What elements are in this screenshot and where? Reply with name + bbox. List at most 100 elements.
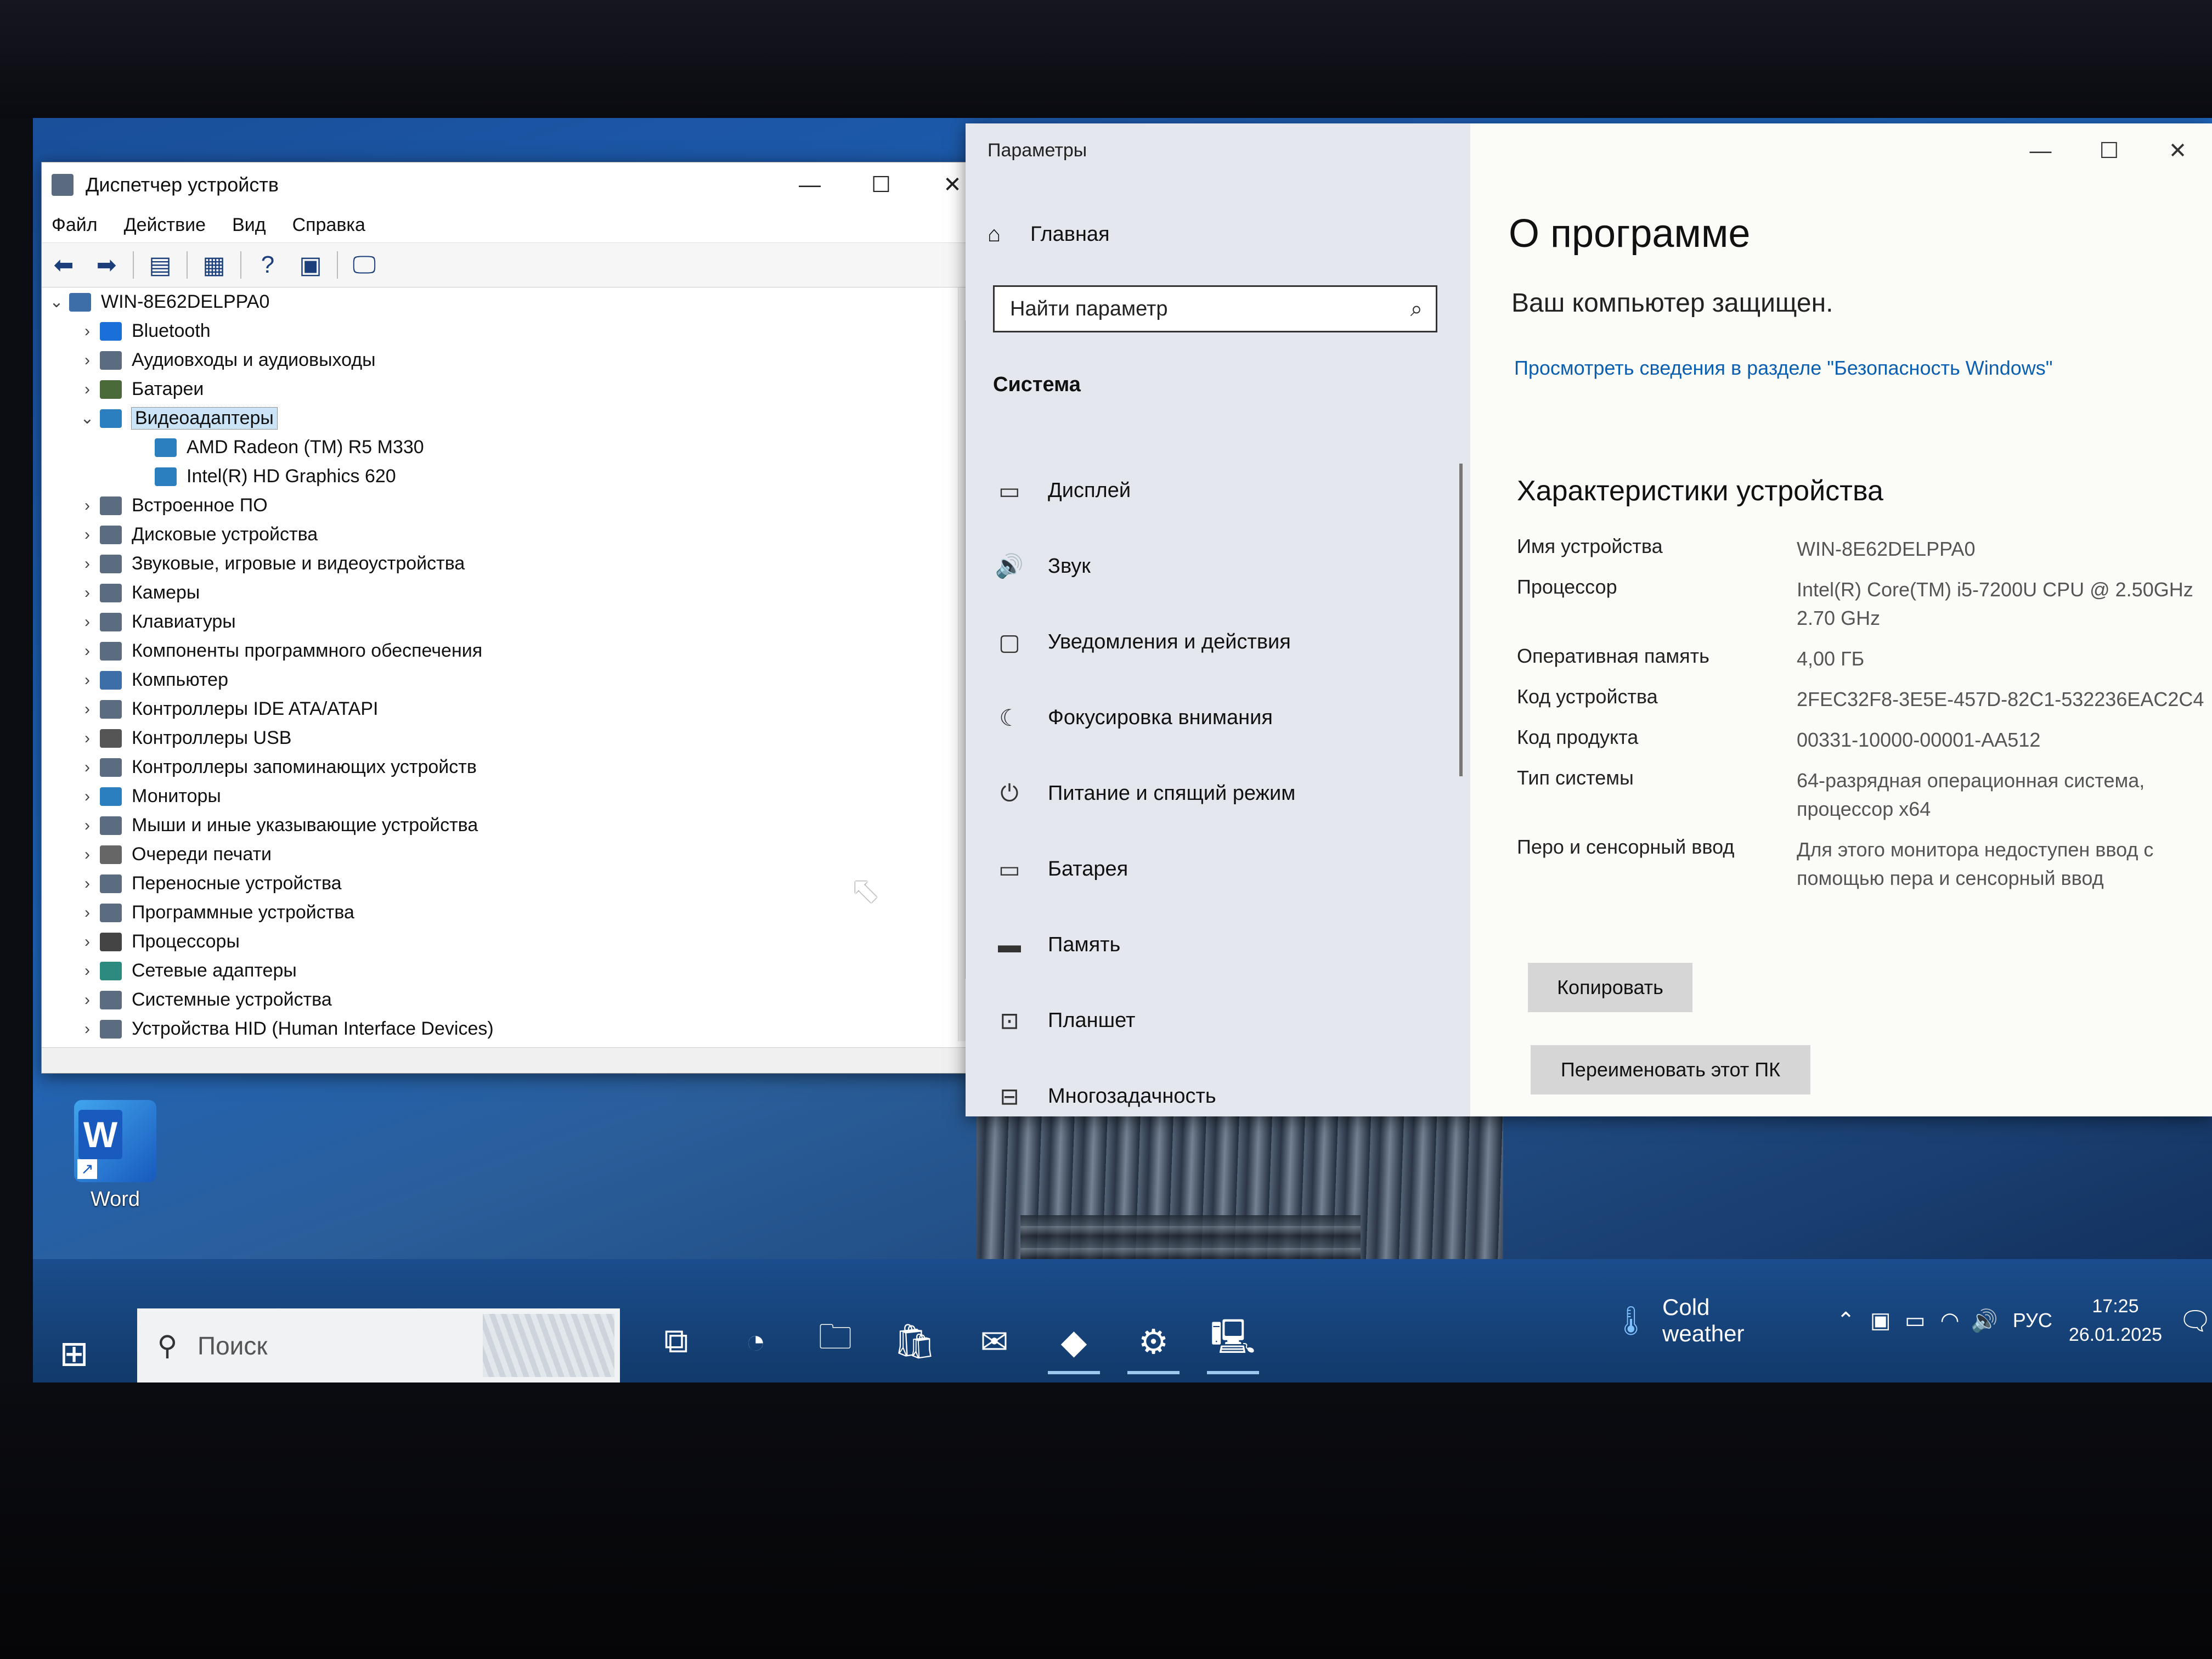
taskbar-app-store[interactable]: 🛍 — [875, 1308, 955, 1374]
action-pane-icon[interactable]: ▣ — [294, 249, 327, 281]
meet-now-icon[interactable]: ▣ — [1863, 1308, 1898, 1333]
language-indicator[interactable]: РУС — [2013, 1309, 2052, 1332]
maximize-button[interactable]: ☐ — [2075, 123, 2143, 178]
tree-node[interactable]: › Встроенное ПО — [42, 491, 988, 520]
tree-node[interactable]: › Камеры — [42, 578, 988, 607]
properties-icon[interactable]: ▦ — [198, 249, 230, 281]
tree-node[interactable]: › Bluetooth — [42, 317, 988, 346]
maximize-button[interactable]: ☐ — [845, 162, 917, 207]
show-hide-console-icon[interactable]: ▤ — [144, 249, 177, 281]
scan-hardware-icon[interactable]: 🖵 — [348, 249, 381, 281]
settings-nav-item[interactable]: ▬ Память — [993, 907, 1295, 983]
settings-nav-item[interactable]: ▭ Батарея — [993, 831, 1295, 907]
chevron-right-icon[interactable]: › — [75, 1020, 100, 1039]
chevron-right-icon[interactable]: › — [75, 845, 100, 864]
tree-node[interactable]: › Компоненты программного обеспечения — [42, 636, 988, 665]
chevron-right-icon[interactable]: › — [75, 322, 100, 341]
settings-search-input[interactable]: Найти параметр ⌕ — [993, 285, 1437, 332]
notification-center-icon[interactable]: 🗨 — [2179, 1305, 2212, 1336]
tree-node[interactable]: › Контроллеры IDE ATA/ATAPI — [42, 695, 988, 724]
chevron-right-icon[interactable]: › — [75, 700, 100, 719]
chevron-right-icon[interactable]: › — [75, 526, 100, 544]
tree-node[interactable]: Intel(R) HD Graphics 620 — [42, 462, 988, 491]
tree-node[interactable]: › Клавиатуры — [42, 607, 988, 636]
settings-nav-item[interactable]: 🔊 Звук — [993, 528, 1295, 604]
taskbar-app-device-manager[interactable]: 🖳 — [1193, 1308, 1273, 1374]
chevron-right-icon[interactable]: › — [75, 351, 100, 370]
chevron-down-icon[interactable]: ⌄ — [44, 292, 69, 312]
chevron-right-icon[interactable]: › — [75, 380, 100, 399]
nav-home[interactable]: ⌂ Главная — [988, 222, 1110, 247]
chevron-right-icon[interactable]: › — [75, 584, 100, 602]
volume-icon[interactable]: 🔊 — [1967, 1308, 2002, 1334]
tree-node[interactable]: › Звуковые, игровые и видеоустройства — [42, 549, 988, 578]
minimize-button[interactable]: — — [2006, 123, 2075, 178]
tree-node[interactable]: ⌄ Видеоадаптеры — [42, 404, 988, 433]
tree-node[interactable]: › Контроллеры запоминающих устройств — [42, 753, 988, 782]
chevron-right-icon[interactable]: › — [75, 991, 100, 1009]
tree-node[interactable]: › Переносные устройства — [42, 869, 988, 898]
minimize-button[interactable]: — — [774, 162, 845, 207]
tree-node[interactable]: › Аудиовходы и аудиовыходы — [42, 346, 988, 375]
menu-action[interactable]: Действие — [114, 215, 222, 236]
tree-node[interactable]: ⌄ WIN-8E62DELPPA0 — [42, 287, 988, 317]
nav-scrollbar[interactable] — [1459, 464, 1463, 776]
chevron-right-icon[interactable]: › — [75, 874, 100, 893]
tree-node[interactable]: › Мониторы — [42, 782, 988, 811]
device-manager-titlebar[interactable]: Диспетчер устройств — ☐ ✕ — [42, 162, 988, 207]
chevron-right-icon[interactable]: › — [75, 933, 100, 951]
chevron-right-icon[interactable]: › — [75, 671, 100, 690]
rename-pc-button[interactable]: Переименовать этот ПК — [1531, 1045, 1810, 1094]
menu-help[interactable]: Справка — [283, 215, 382, 236]
settings-nav-item[interactable]: ⏻ Питание и спящий режим — [993, 755, 1295, 831]
search-icon[interactable]: ⌕ — [1397, 297, 1436, 321]
tree-node[interactable]: › Системные устройства — [42, 985, 988, 1014]
chevron-right-icon[interactable]: › — [75, 729, 100, 748]
menu-view[interactable]: Вид — [222, 215, 283, 236]
forward-arrow-icon[interactable]: ➡ — [90, 249, 123, 281]
settings-nav-item[interactable]: ⊡ Планшет — [993, 983, 1295, 1058]
taskbar-app-file-explorer[interactable]: 🗀 — [795, 1308, 875, 1374]
wifi-icon[interactable]: ◠ — [1932, 1308, 1967, 1333]
tree-node[interactable]: › Батареи — [42, 375, 988, 404]
chevron-right-icon[interactable]: › — [75, 816, 100, 835]
settings-nav-item[interactable]: ☾ Фокусировка внимания — [993, 680, 1295, 755]
tree-node[interactable]: › Очереди печати — [42, 840, 988, 869]
settings-nav-item[interactable]: ▢ Уведомления и действия — [993, 604, 1295, 680]
settings-nav-item[interactable]: ▭ Дисплей — [993, 453, 1295, 528]
clock[interactable]: 17:25 26.01.2025 — [2069, 1292, 2162, 1349]
tree-node[interactable]: › Сетевые адаптеры — [42, 956, 988, 985]
taskbar-app-edge[interactable]: ◔ — [716, 1308, 795, 1374]
chevron-right-icon[interactable]: › — [75, 787, 100, 806]
chevron-right-icon[interactable]: › — [75, 758, 100, 777]
chevron-right-icon[interactable]: › — [75, 613, 100, 631]
taskbar-app-anydesk[interactable]: ◆ — [1034, 1308, 1114, 1374]
help-icon[interactable]: ? — [251, 249, 284, 281]
taskbar-app-settings[interactable]: ⚙ — [1114, 1308, 1193, 1374]
close-button[interactable]: ✕ — [2143, 123, 2212, 178]
start-button[interactable]: ⊞ — [33, 1325, 115, 1383]
back-arrow-icon[interactable]: ⬅ — [47, 249, 80, 281]
security-link[interactable]: Просмотреть сведения в разделе "Безопасн… — [1514, 354, 2063, 382]
chevron-right-icon[interactable]: › — [75, 904, 100, 922]
chevron-right-icon[interactable]: › — [75, 962, 100, 980]
taskbar-app-task-view[interactable]: ⧉ — [636, 1308, 716, 1374]
tree-node[interactable]: AMD Radeon (TM) R5 M330 — [42, 433, 988, 462]
chevron-right-icon[interactable]: › — [75, 555, 100, 573]
battery-icon[interactable]: ▭ — [1898, 1308, 1932, 1333]
chevron-right-icon[interactable]: › — [75, 496, 100, 515]
tree-node[interactable]: › Процессоры — [42, 927, 988, 956]
tree-node[interactable]: › Контроллеры USB — [42, 724, 988, 753]
desktop-icon-word[interactable]: W ↗ Word — [66, 1100, 165, 1211]
weather-widget[interactable]: 🌡 Cold weather — [1613, 1294, 1790, 1347]
taskbar-search-box[interactable]: ⚲ Поиск — [137, 1308, 620, 1383]
settings-nav-item[interactable]: ⊟ Многозадачность — [993, 1058, 1295, 1134]
chevron-right-icon[interactable]: › — [75, 642, 100, 661]
tree-node[interactable]: › Дисковые устройства — [42, 520, 988, 549]
taskbar-app-mail[interactable]: ✉ — [955, 1308, 1034, 1374]
tree-node[interactable]: › Мыши и иные указывающие устройства — [42, 811, 988, 840]
tree-node[interactable]: › Программные устройства — [42, 898, 988, 927]
chevron-up-icon[interactable]: ⌃ — [1829, 1308, 1863, 1333]
copy-button[interactable]: Копировать — [1528, 963, 1692, 1012]
tree-node[interactable]: › Компьютер — [42, 665, 988, 695]
